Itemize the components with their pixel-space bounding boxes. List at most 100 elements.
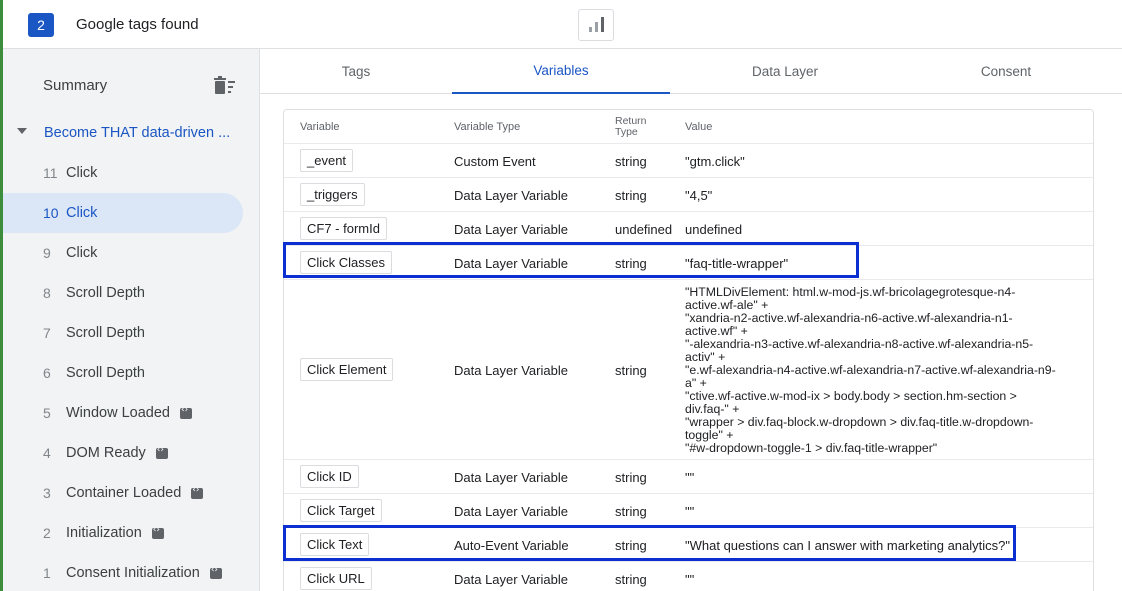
return-type-cell: string (615, 504, 647, 519)
variable-type-cell: Data Layer Variable (454, 363, 568, 378)
value-cell: "" (685, 504, 695, 519)
event-label: Click (66, 245, 98, 261)
tab-consent[interactable]: Consent (900, 49, 1112, 94)
event-name: Container Loaded (66, 485, 204, 501)
event-label: Window Loaded (66, 405, 170, 421)
return-type-cell: string (615, 470, 647, 485)
event-number: 2 (43, 525, 51, 541)
value-line: "-alexandria-n3-active.wf-alexandria-n8-… (685, 337, 1034, 351)
caret-down-icon (17, 128, 27, 134)
event-name: Initialization (66, 525, 164, 541)
value-line: "e.wf-alexandria-n4-active.wf-alexandria… (685, 363, 1056, 377)
event-item[interactable]: 10 Click (3, 193, 243, 233)
variable-name-chip[interactable]: Click URL (300, 567, 372, 590)
event-name: Scroll Depth (66, 285, 145, 301)
signal-bars-icon (588, 27, 592, 32)
event-label: Scroll Depth (66, 365, 145, 381)
return-type-cell: string (615, 188, 647, 203)
variable-name-chip[interactable]: _triggers (300, 183, 365, 206)
event-label: DOM Ready (66, 445, 146, 461)
return-type-cell: string (615, 572, 647, 587)
table-row: Click Element Data Layer Variable string "H… (284, 280, 1093, 460)
value-line: "ctive.wf-active.w-mod-ix > body.body > … (685, 389, 1017, 403)
code-event-icon (209, 565, 222, 579)
event-name: Window Loaded (66, 405, 192, 421)
event-number: 1 (43, 565, 51, 581)
variable-name-chip[interactable]: CF7 - formId (300, 217, 387, 240)
event-number: 9 (43, 245, 51, 261)
event-name: Click (66, 165, 97, 181)
event-item[interactable]: 4 DOM Ready (3, 433, 243, 473)
event-item[interactable]: 2 Initialization (3, 513, 243, 553)
value-line: "#w-dropdown-toggle-1 > div.faq-title-wr… (685, 441, 938, 455)
event-number: 7 (43, 325, 51, 341)
event-item[interactable]: 5 Window Loaded (3, 393, 243, 433)
event-label: Scroll Depth (66, 325, 145, 341)
highlight-click-classes (283, 242, 859, 278)
code-event-icon (155, 445, 168, 459)
code-event-icon (180, 405, 192, 419)
clear-history-icon[interactable] (214, 76, 236, 96)
value-line: "wrapper > div.faq-block.w-dropdown > di… (685, 415, 1034, 429)
event-number: 6 (43, 365, 51, 381)
variable-type-cell: Data Layer Variable (454, 470, 568, 485)
container-row[interactable]: Become THAT data-driven ... (3, 120, 260, 146)
event-name: Click (66, 245, 97, 261)
header-value: Value (685, 121, 713, 133)
tab-variables[interactable]: Variables (452, 49, 670, 94)
event-name: Scroll Depth (66, 325, 145, 341)
event-item[interactable]: 7 Scroll Depth (3, 313, 243, 353)
event-item[interactable]: 9 Click (3, 233, 243, 273)
table-row: _triggers Data Layer Variable string "4,5" (284, 178, 1093, 212)
event-label: Click (66, 205, 98, 221)
header-variable-type: Variable Type (454, 121, 521, 133)
variable-type-cell: Data Layer Variable (454, 188, 568, 203)
tag-count-badge: 2 (28, 13, 54, 37)
summary-link[interactable]: Summary (43, 77, 107, 94)
sidebar: Summary Become THAT data-driven ... 11 Cl… (3, 49, 260, 591)
header-return-type-line2: Type (615, 126, 638, 138)
variable-name-chip[interactable]: Click Element (300, 358, 394, 381)
event-number: 5 (43, 405, 51, 421)
value-cell: "" (685, 572, 695, 587)
event-name: DOM Ready (66, 445, 168, 461)
event-label: Scroll Depth (66, 285, 145, 301)
variable-name-chip[interactable]: _event (300, 149, 354, 172)
table-row: Click ID Data Layer Variable string "" (284, 460, 1093, 494)
event-item[interactable]: 8 Scroll Depth (3, 273, 243, 313)
table-header: Variable Variable Type Return Type Value (284, 110, 1093, 144)
container-name: Become THAT data-driven ... (44, 125, 231, 141)
highlight-click-text (283, 525, 1016, 561)
variable-name-chip[interactable]: Click ID (300, 465, 359, 488)
event-label: Container Loaded (66, 485, 182, 501)
tab-tags[interactable]: Tags (260, 49, 452, 94)
value-cell: "gtm.click" (685, 154, 745, 169)
top-bar: 2 Google tags found (3, 0, 1122, 49)
table-row: _event Custom Event string "gtm.click" (284, 144, 1093, 178)
event-item[interactable]: 6 Scroll Depth (3, 353, 243, 393)
table-row: CF7 - formId Data Layer Variable undefined… (284, 212, 1093, 246)
value-cell: "4,5" (685, 188, 713, 203)
page-title: Google tags found (76, 16, 199, 33)
event-item[interactable]: 11 Click (3, 153, 243, 193)
event-number: 4 (43, 445, 51, 461)
event-item[interactable]: 3 Container Loaded (3, 473, 243, 513)
return-type-cell: undefined (615, 222, 673, 237)
variable-type-cell: Custom Event (454, 154, 536, 169)
event-item[interactable]: 1 Consent Initialization (3, 553, 243, 591)
event-number: 10 (43, 205, 59, 221)
variable-name-chip[interactable]: Click Target (300, 499, 382, 522)
tab-data-layer[interactable]: Data Layer (670, 49, 900, 94)
value-cell: "HTMLDivElement: html.w-mod-js.wf-bricol… (685, 286, 1080, 455)
variable-type-cell: Data Layer Variable (454, 504, 568, 519)
variables-table: Variable Variable Type Return Type Value… (283, 109, 1094, 591)
event-number: 8 (43, 285, 51, 301)
tab-bar: Tags Variables Data Layer Consent (260, 49, 1122, 94)
event-name: Click (66, 205, 97, 221)
signal-bars-button[interactable] (578, 9, 614, 41)
variable-type-cell: Data Layer Variable (454, 572, 568, 587)
value-cell: "" (685, 470, 695, 485)
header-variable: Variable (300, 121, 340, 133)
table-row: Click Target Data Layer Variable string "" (284, 494, 1093, 528)
code-event-icon (191, 485, 204, 499)
